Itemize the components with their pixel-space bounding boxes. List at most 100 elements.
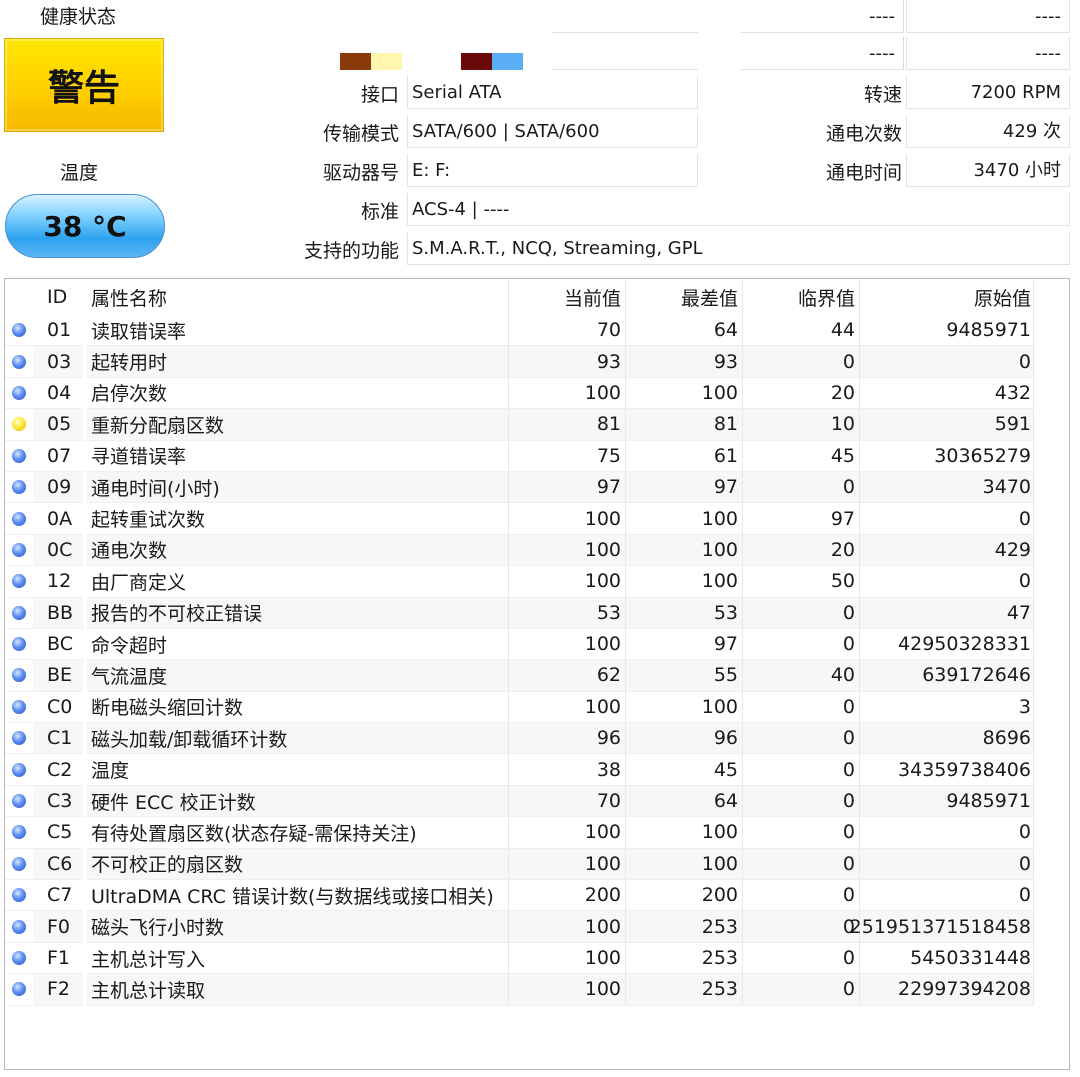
attribute-worst: 100 bbox=[626, 691, 743, 724]
good-status-icon bbox=[12, 448, 26, 463]
attribute-threshold: 50 bbox=[743, 566, 860, 598]
attribute-id: BB bbox=[33, 597, 83, 629]
power-on-count-value: 429 次 bbox=[906, 115, 1070, 148]
attribute-raw: 0 bbox=[860, 566, 1034, 598]
attribute-worst: 200 bbox=[626, 880, 743, 912]
attribute-worst: 96 bbox=[626, 723, 743, 755]
table-row[interactable]: BE 气流温度 62 55 40 639172646 bbox=[5, 660, 1069, 692]
smart-attributes-table[interactable]: ID 属性名称 当前值 最差值 临界值 原始值 01 读取错误率 70 64 44 948… bbox=[4, 278, 1070, 1070]
table-row[interactable]: 01 读取错误率 70 64 44 9485971 bbox=[5, 315, 1069, 347]
table-row[interactable]: 0A 起转重试次数 100 100 97 0 bbox=[5, 503, 1069, 535]
color-swatch bbox=[340, 53, 371, 70]
power-on-hours-value: 3470 小时 bbox=[906, 154, 1070, 187]
attribute-current: 100 bbox=[509, 691, 626, 724]
attribute-name: 起转重试次数 bbox=[87, 503, 509, 535]
header-raw[interactable]: 原始值 bbox=[860, 279, 1034, 315]
good-status-icon bbox=[12, 731, 26, 746]
attribute-id: C6 bbox=[33, 848, 83, 881]
attribute-worst: 64 bbox=[626, 785, 743, 818]
attribute-worst: 97 bbox=[626, 628, 743, 661]
table-row[interactable]: C3 硬件 ECC 校正计数 70 64 0 9485971 bbox=[5, 785, 1069, 818]
attribute-worst: 97 bbox=[626, 471, 743, 504]
table-row[interactable]: C1 磁头加载/卸载循环计数 96 96 0 8696 bbox=[5, 723, 1069, 755]
attribute-id: F1 bbox=[33, 943, 83, 975]
table-row[interactable]: C2 温度 38 45 0 34359738406 bbox=[5, 754, 1069, 786]
attribute-current: 100 bbox=[509, 911, 626, 943]
table-row[interactable]: 04 启停次数 100 100 20 432 bbox=[5, 377, 1069, 410]
attribute-name: 起转用时 bbox=[87, 346, 509, 378]
attribute-current: 96 bbox=[509, 723, 626, 755]
attribute-worst: 81 bbox=[626, 409, 743, 441]
attribute-raw: 639172646 bbox=[860, 660, 1034, 692]
attribute-raw: 22997394208 bbox=[860, 974, 1034, 1006]
attribute-current: 100 bbox=[509, 566, 626, 598]
table-row[interactable]: 09 通电时间(小时) 97 97 0 3470 bbox=[5, 471, 1069, 504]
good-status-icon bbox=[12, 982, 26, 997]
attribute-threshold: 0 bbox=[743, 471, 860, 504]
table-row[interactable]: C5 有待处置扇区数(状态存疑-需保持关注) 100 100 0 0 bbox=[5, 817, 1069, 849]
temperature-button[interactable]: 38 °C bbox=[5, 194, 165, 258]
status-icon bbox=[5, 943, 33, 975]
rpm-value: 7200 RPM bbox=[906, 76, 1070, 109]
attribute-current: 100 bbox=[509, 534, 626, 567]
status-icon bbox=[5, 346, 33, 378]
good-status-icon bbox=[12, 385, 26, 400]
status-icon bbox=[5, 441, 33, 472]
health-status-label: 健康状态 bbox=[40, 6, 117, 28]
attribute-current: 100 bbox=[509, 848, 626, 881]
rpm-label: 转速 bbox=[863, 84, 902, 106]
table-row[interactable]: F2 主机总计读取 100 253 0 22997394208 bbox=[5, 974, 1069, 1006]
attribute-worst: 100 bbox=[626, 377, 743, 410]
attribute-threshold: 0 bbox=[743, 911, 860, 943]
table-row[interactable]: C0 断电磁头缩回计数 100 100 0 3 bbox=[5, 691, 1069, 724]
attribute-current: 200 bbox=[509, 880, 626, 912]
good-status-icon bbox=[12, 794, 26, 809]
header-worst[interactable]: 最差值 bbox=[626, 279, 743, 315]
interface-label: 接口 bbox=[360, 84, 399, 106]
table-row[interactable]: BB 报告的不可校正错误 53 53 0 47 bbox=[5, 597, 1069, 629]
attribute-worst: 55 bbox=[626, 660, 743, 692]
interface-value: Serial ATA bbox=[407, 76, 698, 109]
attribute-threshold: 0 bbox=[743, 848, 860, 881]
table-row[interactable]: BC 命令超时 100 97 0 42950328331 bbox=[5, 628, 1069, 661]
good-status-icon bbox=[12, 511, 26, 526]
attribute-id: C5 bbox=[33, 817, 83, 849]
health-status-button[interactable]: 警告 bbox=[4, 38, 164, 132]
attribute-id: 0C bbox=[33, 534, 83, 567]
status-icon bbox=[5, 692, 33, 724]
status-icon bbox=[5, 629, 33, 661]
attribute-raw: 0 bbox=[860, 848, 1034, 881]
power-on-hours-label: 通电时间 bbox=[825, 162, 902, 184]
attribute-raw: 0 bbox=[860, 503, 1034, 535]
status-icon bbox=[5, 566, 33, 598]
header-current[interactable]: 当前值 bbox=[509, 279, 626, 315]
good-status-icon bbox=[12, 480, 26, 495]
standard-value: ACS-4 | ---- bbox=[407, 193, 1070, 226]
attribute-current: 93 bbox=[509, 346, 626, 378]
good-status-icon bbox=[12, 951, 26, 965]
header-threshold[interactable]: 临界值 bbox=[743, 279, 860, 315]
attribute-raw: 429 bbox=[860, 534, 1034, 567]
top-blank-field-2 bbox=[552, 37, 698, 70]
table-row[interactable]: 07 寻道错误率 75 61 45 30365279 bbox=[5, 440, 1069, 472]
attribute-worst: 100 bbox=[626, 848, 743, 881]
attribute-id: C1 bbox=[33, 723, 83, 755]
good-status-icon bbox=[12, 574, 26, 589]
table-row[interactable]: C7 UltraDMA CRC 错误计数(与数据线或接口相关) 200 200 0 0 bbox=[5, 880, 1069, 912]
attribute-threshold: 20 bbox=[743, 377, 860, 410]
attribute-threshold: 45 bbox=[743, 440, 860, 472]
header-attribute-name[interactable]: 属性名称 bbox=[87, 279, 509, 315]
temperature-label: 温度 bbox=[60, 162, 99, 184]
attribute-threshold: 0 bbox=[743, 754, 860, 786]
attribute-name: 磁头飞行小时数 bbox=[87, 911, 509, 943]
attribute-current: 97 bbox=[509, 471, 626, 504]
table-row[interactable]: F1 主机总计写入 100 253 0 5450331448 bbox=[5, 942, 1069, 975]
table-row[interactable]: 05 重新分配扇区数 81 81 10 591 bbox=[5, 409, 1069, 441]
table-row[interactable]: F0 磁头飞行小时数 100 253 0 251951371518458 bbox=[5, 911, 1069, 943]
table-row[interactable]: C6 不可校正的扇区数 100 100 0 0 bbox=[5, 848, 1069, 881]
good-status-icon bbox=[12, 605, 26, 620]
table-row[interactable]: 0C 通电次数 100 100 20 429 bbox=[5, 534, 1069, 567]
table-row[interactable]: 03 起转用时 93 93 0 0 bbox=[5, 346, 1069, 378]
header-id[interactable]: ID bbox=[33, 279, 83, 315]
table-row[interactable]: 12 由厂商定义 100 100 50 0 bbox=[5, 566, 1069, 598]
